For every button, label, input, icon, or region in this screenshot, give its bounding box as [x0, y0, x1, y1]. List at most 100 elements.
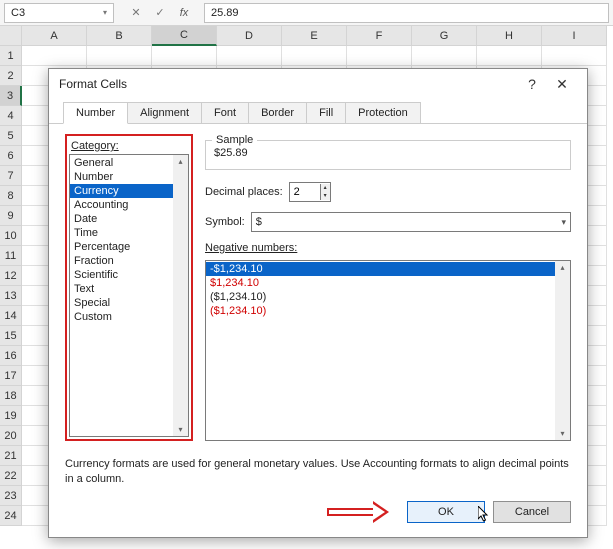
category-item[interactable]: Currency [70, 184, 188, 198]
insert-function-icon[interactable]: fx [174, 4, 194, 22]
negative-numbers-list[interactable]: -$1,234.10$1,234.10($1,234.10)($1,234.10… [205, 260, 571, 441]
cell[interactable] [87, 46, 152, 66]
row-header[interactable]: 16 [0, 346, 22, 366]
column-header[interactable]: C [152, 26, 217, 46]
category-item[interactable]: Date [70, 212, 188, 226]
scroll-up-icon[interactable]: ▴ [178, 155, 182, 168]
negative-number-option[interactable]: ($1,234.10) [206, 290, 570, 304]
column-header[interactable]: F [347, 26, 412, 46]
dialog-tabs: NumberAlignmentFontBorderFillProtection [49, 99, 587, 124]
row-header[interactable]: 6 [0, 146, 22, 166]
dialog-body: Category: GeneralNumberCurrencyAccountin… [49, 124, 587, 449]
row-header[interactable]: 15 [0, 326, 22, 346]
stepper-up-icon[interactable]: ▴ [321, 184, 330, 192]
row-header[interactable]: 4 [0, 106, 22, 126]
row-header[interactable]: 18 [0, 386, 22, 406]
cell[interactable] [282, 46, 347, 66]
decimal-places-label: Decimal places: [205, 186, 283, 198]
row-header[interactable]: 1 [0, 46, 22, 66]
row-header[interactable]: 5 [0, 126, 22, 146]
cell[interactable] [22, 46, 87, 66]
row-header[interactable]: 9 [0, 206, 22, 226]
row-header[interactable]: 19 [0, 406, 22, 426]
cell[interactable] [152, 46, 217, 66]
cell[interactable] [217, 46, 282, 66]
category-list[interactable]: GeneralNumberCurrencyAccountingDateTimeP… [69, 154, 189, 437]
grid-row: 1 [0, 46, 613, 66]
row-header[interactable]: 13 [0, 286, 22, 306]
select-all-corner[interactable] [0, 26, 22, 46]
row-header[interactable]: 3 [0, 86, 22, 106]
category-item[interactable]: Text [70, 282, 188, 296]
column-header[interactable]: E [282, 26, 347, 46]
category-label: Category: [71, 140, 189, 152]
name-box-dropdown-icon[interactable]: ▾ [103, 8, 107, 17]
dialog-help-button[interactable]: ? [517, 73, 547, 95]
category-item[interactable]: Scientific [70, 268, 188, 282]
confirm-entry-icon[interactable]: ✓ [150, 4, 170, 22]
row-header[interactable]: 22 [0, 466, 22, 486]
negative-number-option[interactable]: $1,234.10 [206, 276, 570, 290]
scroll-down-icon[interactable]: ▾ [178, 423, 182, 436]
name-box[interactable]: C3 ▾ [4, 3, 114, 23]
dialog-titlebar[interactable]: Format Cells ? ✕ [49, 69, 587, 99]
tab-border[interactable]: Border [248, 102, 307, 123]
category-item[interactable]: Fraction [70, 254, 188, 268]
negative-number-option[interactable]: -$1,234.10 [206, 262, 570, 276]
cell[interactable] [347, 46, 412, 66]
cell[interactable] [542, 46, 607, 66]
column-header[interactable]: G [412, 26, 477, 46]
formula-bar-input[interactable]: 25.89 [204, 3, 609, 23]
tab-number[interactable]: Number [63, 102, 128, 124]
format-cells-dialog: Format Cells ? ✕ NumberAlignmentFontBord… [48, 68, 588, 538]
negative-number-option[interactable]: ($1,234.10) [206, 304, 570, 318]
column-header[interactable]: A [22, 26, 87, 46]
row-header[interactable]: 8 [0, 186, 22, 206]
decimal-places-input[interactable] [290, 183, 320, 201]
column-header[interactable]: I [542, 26, 607, 46]
sample-box: Sample $25.89 [205, 140, 571, 170]
row-header[interactable]: 14 [0, 306, 22, 326]
cell[interactable] [412, 46, 477, 66]
column-headers: ABCDEFGHI [0, 26, 613, 46]
row-header[interactable]: 20 [0, 426, 22, 446]
cancel-entry-icon[interactable]: ✕ [126, 4, 146, 22]
tab-protection[interactable]: Protection [345, 102, 421, 123]
category-item[interactable]: Custom [70, 310, 188, 324]
row-header[interactable]: 23 [0, 486, 22, 506]
category-item[interactable]: Percentage [70, 240, 188, 254]
column-header[interactable]: D [217, 26, 282, 46]
ok-button[interactable]: OK [407, 501, 485, 523]
symbol-select[interactable]: $ ▾ [251, 212, 571, 232]
cancel-button[interactable]: Cancel [493, 501, 571, 523]
column-header[interactable]: H [477, 26, 542, 46]
cell[interactable] [477, 46, 542, 66]
scroll-up-icon[interactable]: ▴ [560, 261, 564, 274]
row-header[interactable]: 12 [0, 266, 22, 286]
column-header[interactable]: B [87, 26, 152, 46]
row-header[interactable]: 7 [0, 166, 22, 186]
category-item[interactable]: Accounting [70, 198, 188, 212]
annotation-arrow-icon [327, 503, 395, 521]
row-header[interactable]: 11 [0, 246, 22, 266]
stepper-down-icon[interactable]: ▾ [321, 192, 330, 200]
tab-fill[interactable]: Fill [306, 102, 346, 123]
symbol-dropdown-icon[interactable]: ▾ [561, 217, 566, 228]
row-header[interactable]: 17 [0, 366, 22, 386]
neg-scrollbar[interactable]: ▴ ▾ [555, 261, 570, 440]
scroll-down-icon[interactable]: ▾ [560, 427, 564, 440]
category-scrollbar[interactable]: ▴ ▾ [173, 155, 188, 436]
category-item[interactable]: Special [70, 296, 188, 310]
dialog-close-button[interactable]: ✕ [547, 73, 577, 95]
tab-font[interactable]: Font [201, 102, 249, 123]
category-item[interactable]: Number [70, 170, 188, 184]
tab-alignment[interactable]: Alignment [127, 102, 202, 123]
dialog-title: Format Cells [59, 77, 127, 91]
category-item[interactable]: Time [70, 226, 188, 240]
row-header[interactable]: 10 [0, 226, 22, 246]
row-header[interactable]: 24 [0, 506, 22, 526]
row-header[interactable]: 21 [0, 446, 22, 466]
decimal-places-stepper[interactable]: ▴ ▾ [289, 182, 331, 202]
row-header[interactable]: 2 [0, 66, 22, 86]
category-item[interactable]: General [70, 156, 188, 170]
